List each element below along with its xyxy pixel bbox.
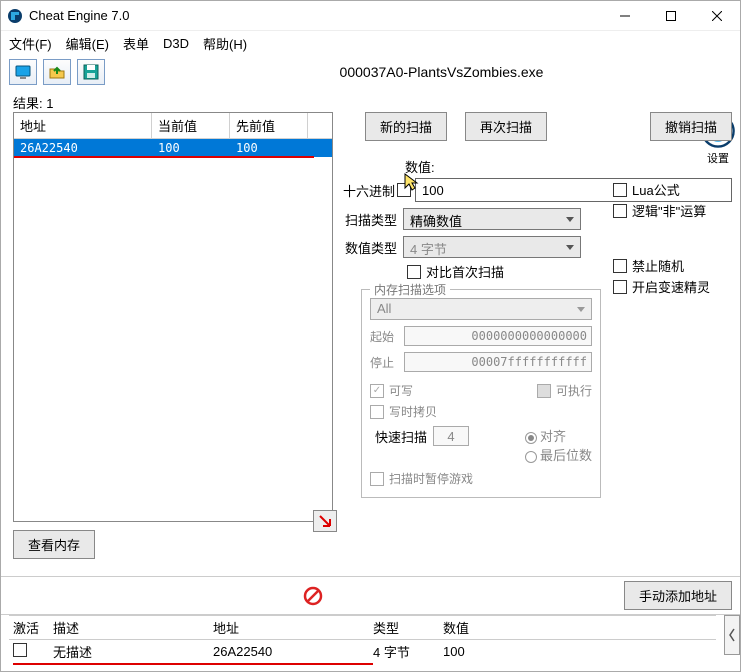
start-address-input[interactable] xyxy=(404,326,592,346)
col-desc[interactable]: 描述 xyxy=(53,618,213,637)
undo-scan-button[interactable]: 撤销扫描 xyxy=(650,112,732,141)
results-count: 结果: 1 xyxy=(1,91,740,112)
menu-table[interactable]: 表单 xyxy=(123,34,149,53)
scan-type-label: 扫描类型 xyxy=(343,210,403,229)
writable-checkbox[interactable] xyxy=(370,384,384,398)
no-random-checkbox[interactable] xyxy=(613,259,627,273)
clear-list-button[interactable] xyxy=(299,583,327,609)
menu-help[interactable]: 帮助(H) xyxy=(203,34,247,53)
view-memory-button[interactable]: 查看内存 xyxy=(13,530,95,559)
process-label: 000037A0-PlantsVsZombies.exe xyxy=(151,64,732,80)
menu-file[interactable]: 文件(F) xyxy=(9,34,52,53)
manual-add-button[interactable]: 手动添加地址 xyxy=(624,581,732,610)
result-row[interactable]: 26A22540 100 100 xyxy=(14,139,332,157)
close-button[interactable] xyxy=(694,1,740,31)
select-process-button[interactable] xyxy=(9,59,37,85)
cheat-row[interactable]: 无描述 26A22540 4 字节 100 xyxy=(9,640,716,663)
col-value[interactable]: 数值 xyxy=(443,618,716,637)
lua-checkbox[interactable] xyxy=(613,183,627,197)
pause-checkbox[interactable] xyxy=(370,472,384,486)
col-address[interactable]: 地址 xyxy=(14,113,152,138)
open-file-button[interactable] xyxy=(43,59,71,85)
compare-first-checkbox[interactable] xyxy=(407,265,421,279)
value-type-select[interactable]: 4 字节 xyxy=(403,236,581,258)
cow-checkbox[interactable] xyxy=(370,405,384,419)
speedhack-checkbox[interactable] xyxy=(613,280,627,294)
active-checkbox[interactable] xyxy=(13,643,27,657)
window-title: Cheat Engine 7.0 xyxy=(29,8,602,23)
col-addr[interactable]: 地址 xyxy=(213,618,373,637)
highlight-underline xyxy=(13,663,373,665)
not-checkbox[interactable] xyxy=(613,204,627,218)
stop-address-input[interactable] xyxy=(404,352,592,372)
save-file-button[interactable] xyxy=(77,59,105,85)
compare-first-label: 对比首次扫描 xyxy=(426,262,504,281)
minimize-button[interactable] xyxy=(602,1,648,31)
maximize-button[interactable] xyxy=(648,1,694,31)
new-scan-button[interactable]: 新的扫描 xyxy=(365,112,447,141)
col-current[interactable]: 当前值 xyxy=(152,113,230,138)
col-active[interactable]: 激活 xyxy=(9,618,53,637)
next-scan-button[interactable]: 再次扫描 xyxy=(465,112,547,141)
menu-edit[interactable]: 编辑(E) xyxy=(66,34,109,53)
fast-scan-value[interactable] xyxy=(433,426,469,446)
scan-type-select[interactable]: 精确数值 xyxy=(403,208,581,230)
value-type-label: 数值类型 xyxy=(343,238,403,257)
advanced-options-button[interactable] xyxy=(724,615,740,655)
col-type[interactable]: 类型 xyxy=(373,618,443,637)
memory-scan-options: 内存扫描选项 All 起始 停止 可写 可执行 写时拷贝 xyxy=(361,289,601,498)
hex-checkbox[interactable] xyxy=(397,183,411,197)
region-select[interactable]: All xyxy=(370,298,592,320)
last-digits-radio[interactable] xyxy=(525,451,537,463)
app-icon xyxy=(7,8,23,24)
results-table[interactable]: 地址 当前值 先前值 26A22540 100 100 xyxy=(13,112,333,522)
value-label: 数值: xyxy=(405,157,732,176)
hex-label: 十六进制 xyxy=(343,181,395,200)
menu-d3d[interactable]: D3D xyxy=(163,36,189,51)
align-radio[interactable] xyxy=(525,432,537,444)
add-to-list-button[interactable] xyxy=(313,510,337,532)
col-previous[interactable]: 先前值 xyxy=(230,113,308,138)
executable-checkbox[interactable] xyxy=(537,384,551,398)
